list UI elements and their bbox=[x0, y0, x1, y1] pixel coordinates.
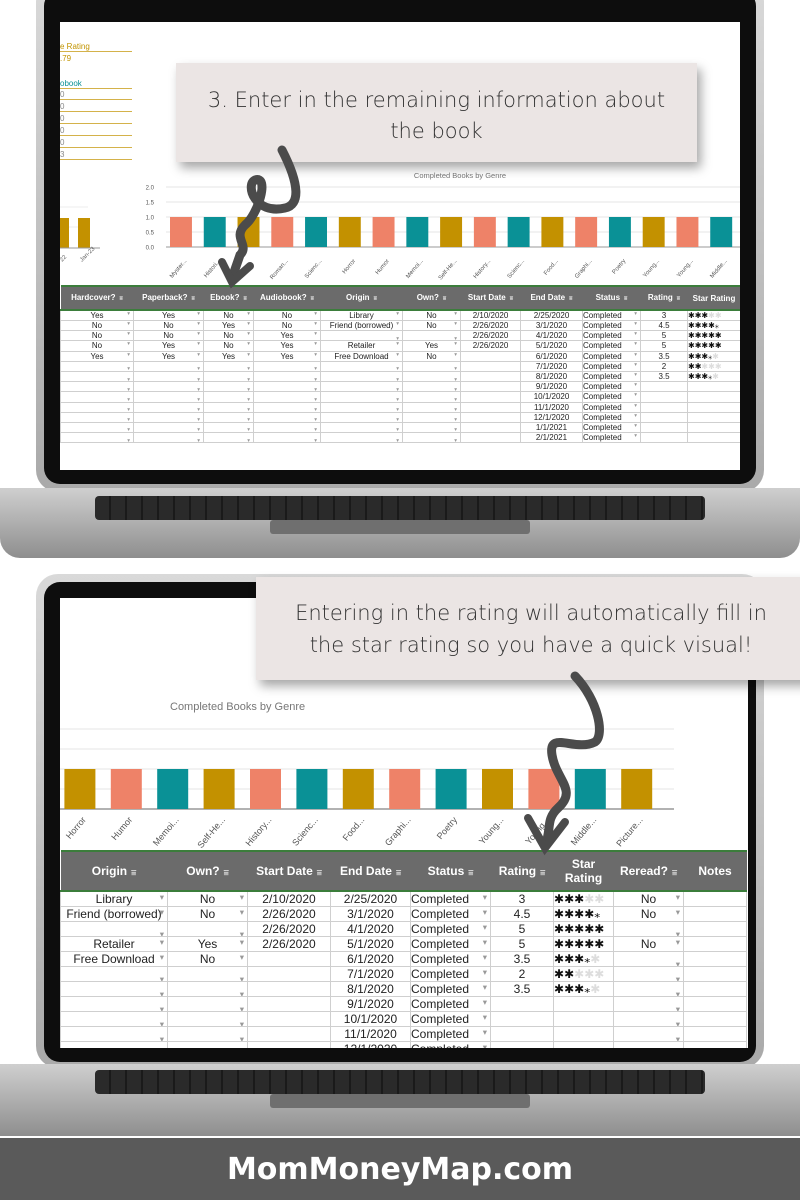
squiggle-arrow-top-icon bbox=[227, 145, 301, 283]
squiggle-arrow-bottom-icon bbox=[540, 671, 604, 850]
brand-link[interactable]: MomMoneyMap.com bbox=[227, 1152, 573, 1187]
squiggle-arrows bbox=[218, 145, 604, 856]
footer-banner: MomMoneyMap.com bbox=[0, 1138, 800, 1200]
